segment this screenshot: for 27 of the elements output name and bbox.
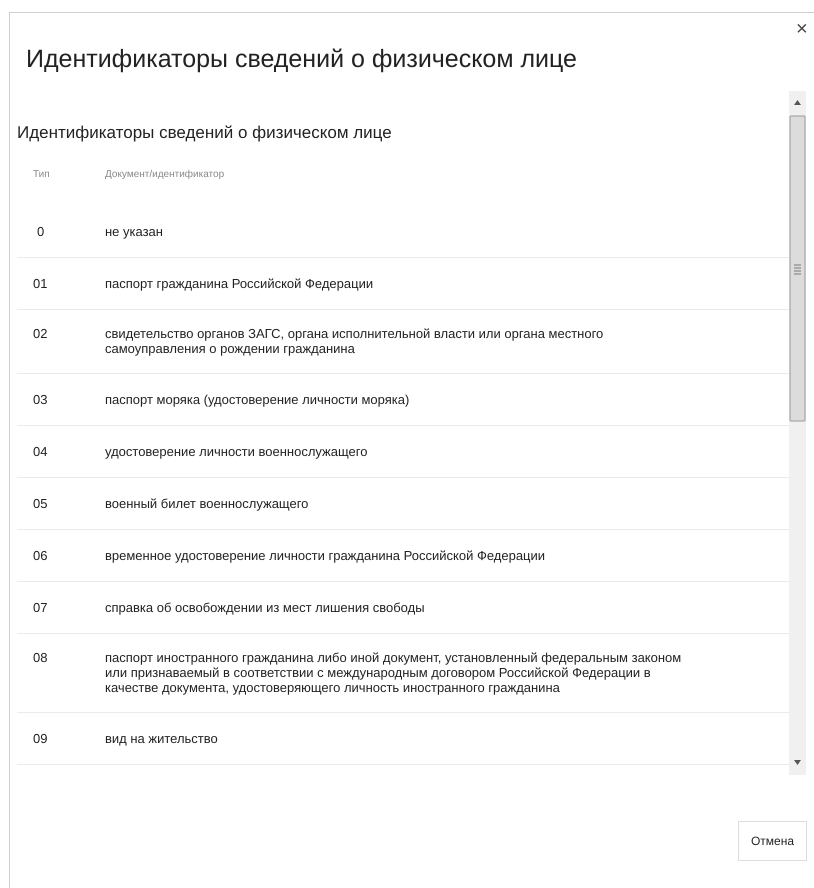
- document-name: временное удостоверение личности гражданина Российской Федерации: [105, 548, 546, 563]
- document-name: не указан: [105, 224, 163, 239]
- type-code: 01: [33, 276, 48, 291]
- document-name: паспорт гражданина Российской Федерации: [105, 276, 374, 291]
- document-name: паспорт иностранного гражданина либо иной документ, установленный федеральным законом или признаваемый в соответствии с международным договором Российской Федерации в качестве документа, удостоверяющего личность иностранного гражданина: [105, 650, 682, 695]
- type-code: 08: [33, 650, 48, 665]
- document-name: удостоверение личности военнослужащего: [105, 444, 368, 459]
- dialog-title: Идентификаторы сведений о физическом лице: [25, 44, 577, 75]
- close-button[interactable]: ×: [796, 19, 808, 39]
- type-code: 02: [33, 326, 48, 341]
- section-title: Идентификаторы сведений о физическом лице: [17, 122, 393, 144]
- column-header: Документ/идентификатор: [105, 169, 224, 180]
- document-name: паспорт моряка (удостоверение личности моряка): [105, 392, 410, 407]
- document-name: свидетельство органов ЗАГС, органа исполнительной власти или органа местного самоуправления о рождении гражданина: [105, 326, 604, 356]
- type-code: 04: [33, 444, 48, 459]
- type-code: 06: [33, 548, 48, 563]
- document-name: справка об освобождении из мест лишения свободы: [105, 600, 425, 615]
- cancel-button[interactable]: Отмена: [738, 821, 807, 861]
- document-name: военный билет военнослужащего: [105, 496, 308, 511]
- type-code: 05: [33, 496, 48, 511]
- scrollbar-drawing[interactable]: [789, 91, 806, 775]
- type-code: 03: [33, 392, 48, 407]
- type-code: 09: [33, 731, 48, 746]
- type-code: 07: [33, 600, 48, 615]
- document-name: вид на жительство: [105, 731, 218, 746]
- column-header: Тип: [33, 169, 50, 180]
- type-code: 0: [37, 224, 44, 239]
